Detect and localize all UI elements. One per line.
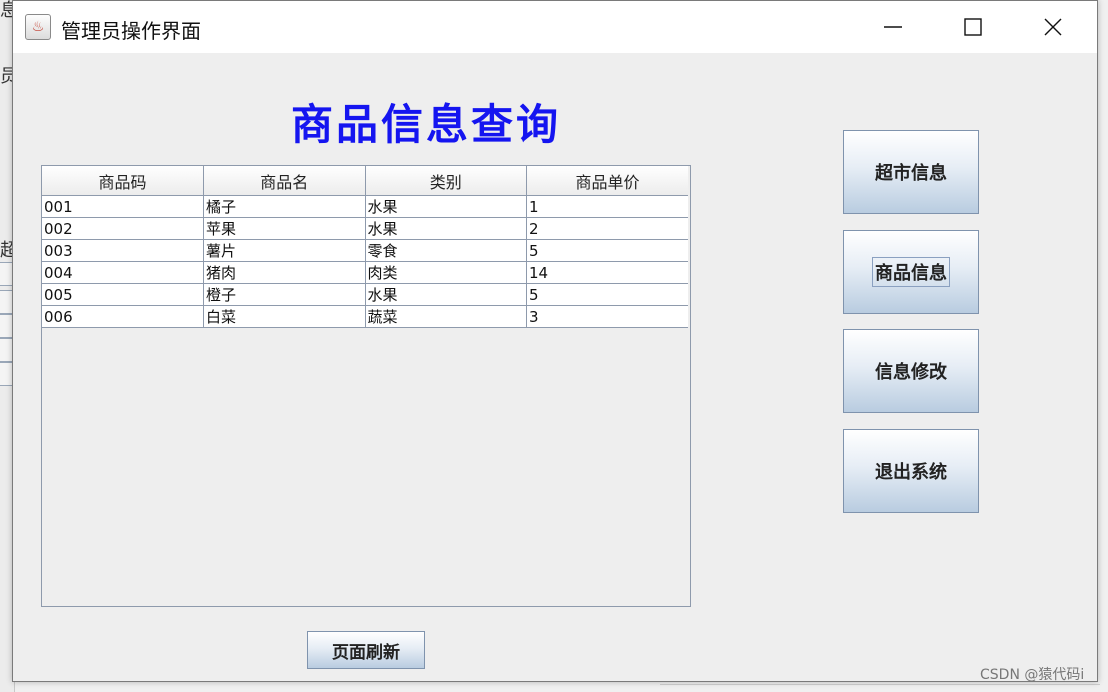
button-label: 超市信息 xyxy=(875,163,947,184)
table-cell[interactable]: 001 xyxy=(42,195,204,218)
refresh-page-button[interactable]: 页面刷新 xyxy=(307,631,425,669)
table-cell[interactable]: 3 xyxy=(526,305,688,328)
table-cell[interactable]: 1 xyxy=(526,195,688,218)
close-icon xyxy=(1044,18,1062,36)
maximize-button[interactable] xyxy=(933,1,1013,53)
button-label: 退出系统 xyxy=(875,462,947,483)
title-bar[interactable]: ♨ 管理员操作界面 xyxy=(13,1,1097,53)
table-cell[interactable]: 肉类 xyxy=(364,261,527,284)
table-cell[interactable]: 水果 xyxy=(364,283,527,306)
table-cell[interactable]: 水果 xyxy=(364,217,527,240)
window-content: 商品信息查询 商品码 商品名 类别 商品单价 001 橘子 水果 1 002 苹… xyxy=(13,53,1097,681)
table-cell[interactable]: 005 xyxy=(42,283,204,306)
product-table: 商品码 商品名 类别 商品单价 001 橘子 水果 1 002 苹果 水果 2 … xyxy=(42,166,688,328)
table-cell[interactable]: 003 xyxy=(42,239,204,262)
table-cell[interactable]: 橙子 xyxy=(203,283,366,306)
table-cell[interactable]: 002 xyxy=(42,217,204,240)
button-label: 页面刷新 xyxy=(332,642,400,663)
column-header-code[interactable]: 商品码 xyxy=(42,166,204,196)
table-cell[interactable]: 猪肉 xyxy=(203,261,366,284)
info-modify-button[interactable]: 信息修改 xyxy=(843,329,979,413)
table-cell[interactable]: 橘子 xyxy=(203,195,366,218)
product-info-button[interactable]: 商品信息 xyxy=(843,230,979,314)
minimize-button[interactable] xyxy=(853,1,933,53)
column-header-name[interactable]: 商品名 xyxy=(203,166,366,196)
table-cell[interactable]: 006 xyxy=(42,305,204,328)
watermark: CSDN @猿代码i xyxy=(980,667,1085,683)
background-divider xyxy=(660,684,1100,685)
table-row[interactable]: 006 白菜 蔬菜 3 xyxy=(42,305,688,328)
table-cell[interactable]: 004 xyxy=(42,261,204,284)
close-button[interactable] xyxy=(1013,1,1093,53)
button-label: 信息修改 xyxy=(875,362,947,383)
minimize-icon xyxy=(884,26,902,28)
table-cell[interactable]: 零食 xyxy=(364,239,527,262)
table-cell[interactable]: 5 xyxy=(526,283,688,306)
admin-window: ♨ 管理员操作界面 商品信息查询 商品码 商品名 类别 商品单价 001 橘子 … xyxy=(12,0,1098,682)
table-cell[interactable]: 蔬菜 xyxy=(364,305,527,328)
table-cell[interactable]: 14 xyxy=(526,261,688,284)
table-row[interactable]: 004 猪肉 肉类 14 xyxy=(42,261,688,284)
supermarket-info-button[interactable]: 超市信息 xyxy=(843,130,979,214)
table-cell[interactable]: 5 xyxy=(526,239,688,262)
table-row[interactable]: 001 橘子 水果 1 xyxy=(42,195,688,218)
table-header-row: 商品码 商品名 类别 商品单价 xyxy=(42,166,688,196)
table-cell[interactable]: 2 xyxy=(526,217,688,240)
maximize-icon xyxy=(964,18,982,36)
product-table-scrollpane[interactable]: 商品码 商品名 类别 商品单价 001 橘子 水果 1 002 苹果 水果 2 … xyxy=(41,165,691,607)
column-header-price[interactable]: 商品单价 xyxy=(526,166,688,196)
window-title: 管理员操作界面 xyxy=(61,19,201,43)
exit-system-button[interactable]: 退出系统 xyxy=(843,429,979,513)
table-cell[interactable]: 薯片 xyxy=(203,239,366,262)
button-label: 商品信息 xyxy=(872,257,950,287)
table-cell[interactable]: 苹果 xyxy=(203,217,366,240)
java-coffee-icon[interactable]: ♨ xyxy=(25,14,51,40)
table-row[interactable]: 003 薯片 零食 5 xyxy=(42,239,688,262)
table-row[interactable]: 002 苹果 水果 2 xyxy=(42,217,688,240)
table-cell[interactable]: 水果 xyxy=(364,195,527,218)
table-cell[interactable]: 白菜 xyxy=(203,305,366,328)
column-header-category[interactable]: 类别 xyxy=(364,166,527,196)
table-row[interactable]: 005 橙子 水果 5 xyxy=(42,283,688,306)
page-title: 商品信息查询 xyxy=(291,100,562,149)
